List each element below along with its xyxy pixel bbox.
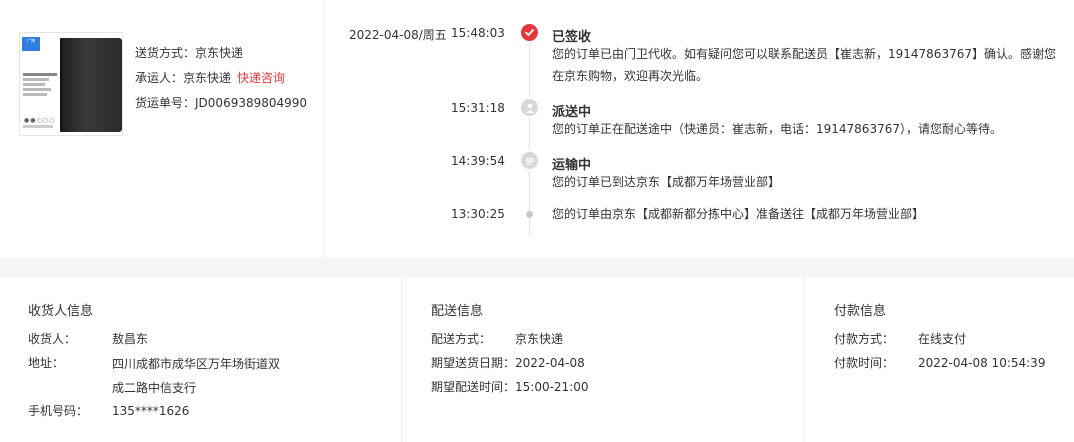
- caption-line: [23, 125, 53, 128]
- tracking-row: 货运单号：JD0069389804990: [135, 94, 307, 119]
- delivery-date-value: 2022-04-08: [515, 356, 585, 370]
- delivery-info: 配送信息 配送方式： 京东快递 期望送货日期：2022-04-08 期望配送时间：…: [402, 277, 805, 442]
- payment-method-label: 付款方式：: [834, 332, 895, 346]
- payment-time-row: 付款时间： 2022-04-08 10:54:39: [834, 352, 1045, 374]
- delivery-title: 配送信息: [431, 304, 484, 319]
- payment-info: 付款信息 付款方式： 在线支付 付款时间： 2022-04-08 10:54:39: [805, 277, 1074, 442]
- recipient-name-value: 敖昌东: [112, 332, 149, 346]
- tracking-label: 货运单号：: [135, 96, 196, 110]
- shipment-summary: 广博 ●●○○○ 送货方式：京东快递 承运人：京东快递 快递咨询 货运单号：JD0…: [0, 0, 325, 257]
- delivery-date-label: 期望送货日期：: [431, 356, 516, 370]
- recipient-name-row: 收货人： 敖昌东: [28, 328, 148, 350]
- order-info: 收货人信息 收货人： 敖昌东 地址： 四川成都市成华区万年场街道双成二路中信支行 手…: [0, 277, 1074, 442]
- recipient-name-label: 收货人：: [28, 332, 77, 346]
- timeline-time: 15:48:03: [451, 26, 505, 40]
- transport-icon: [519, 150, 540, 171]
- timeline-line: [529, 36, 530, 236]
- payment-time-value: 2022-04-08 10:54:39: [918, 356, 1046, 370]
- recipient-address-value: 四川成都市成华区万年场街道双成二路中信支行: [112, 357, 281, 395]
- payment-method-row: 付款方式： 在线支付: [834, 328, 966, 350]
- delivery-method-value: 京东快递: [515, 332, 564, 346]
- timeline-description: 您的订单已到达京东【成都万年场营业部】: [552, 175, 781, 189]
- brand-badge: 广博: [22, 37, 40, 51]
- recipient-address-row: 地址： 四川成都市成华区万年场街道双成二路中信支行: [28, 352, 287, 400]
- recipient-address-label: 地址：: [28, 356, 65, 370]
- recipient-phone-label: 手机号码：: [28, 404, 89, 418]
- payment-time-label: 付款时间：: [834, 356, 895, 370]
- payment-method-value: 在线支付: [918, 332, 967, 346]
- timeline-date: 2022-04-08/周五: [349, 28, 447, 42]
- shipping-method-label: 送货方式：: [135, 46, 196, 60]
- delivery-person-icon: [519, 97, 540, 118]
- delivery-time-row: 期望配送时间：15:00-21:00: [431, 376, 589, 398]
- product-thumbnail[interactable]: 广博 ●●○○○: [19, 32, 123, 136]
- logistics-card: 广博 ●●○○○ 送货方式：京东快递 承运人：京东快递 快递咨询 货运单号：JD0…: [0, 0, 1074, 257]
- delivery-method-row: 配送方式： 京东快递: [431, 328, 563, 350]
- shipping-details: 送货方式：京东快递 承运人：京东快递 快递咨询 货运单号：JD0069389804…: [135, 44, 307, 119]
- timeline-time: 15:31:18: [451, 101, 505, 115]
- delivery-method-label: 配送方式：: [431, 332, 492, 346]
- color-dots: ●●○○○: [24, 117, 56, 124]
- tracking-timeline: 2022-04-08/周五 15:48:03 已签收 您的订单已由门卫代收。如有…: [325, 0, 1074, 257]
- recipient-title: 收货人信息: [28, 304, 94, 319]
- delivery-date-row: 期望送货日期：2022-04-08: [431, 352, 585, 374]
- carrier-label: 承运人：: [135, 71, 184, 85]
- carrier-value: 京东快递: [183, 71, 232, 85]
- shipping-method-row: 送货方式：京东快递: [135, 44, 307, 69]
- courier-inquiry-link[interactable]: 快递咨询: [237, 71, 285, 85]
- timeline-description: 您的订单正在配送途中（快递员：崔志新，电话：19147863767），请您耐心等…: [552, 122, 1002, 136]
- carrier-row: 承运人：京东快递 快递咨询: [135, 69, 307, 94]
- timeline-time: 14:39:54: [451, 154, 505, 168]
- check-icon: [519, 22, 540, 43]
- section-separator: [0, 257, 1074, 277]
- dot-icon: [526, 211, 533, 218]
- product-feature-lines: [23, 71, 59, 98]
- payment-title: 付款信息: [834, 304, 887, 319]
- recipient-info: 收货人信息 收货人： 敖昌东 地址： 四川成都市成华区万年场街道双成二路中信支行 手…: [0, 277, 402, 442]
- tracking-number: JD0069389804990: [195, 96, 308, 110]
- notebook-image: [62, 38, 122, 132]
- timeline-time: 13:30:25: [451, 207, 505, 221]
- timeline-description: 您的订单由京东【成都新都分拣中心】准备送往【成都万年场营业部】: [552, 207, 925, 221]
- recipient-phone-value: 135****1626: [112, 404, 190, 418]
- delivery-time-label: 期望配送时间：: [431, 380, 516, 394]
- shipping-method-value: 京东快递: [195, 46, 244, 60]
- recipient-phone-row: 手机号码： 135****1626: [28, 400, 189, 422]
- delivery-time-value: 15:00-21:00: [515, 380, 589, 394]
- timeline-description: 您的订单已由门卫代收。如有疑问您可以联系配送员【崔志新，19147863767】…: [552, 47, 1056, 83]
